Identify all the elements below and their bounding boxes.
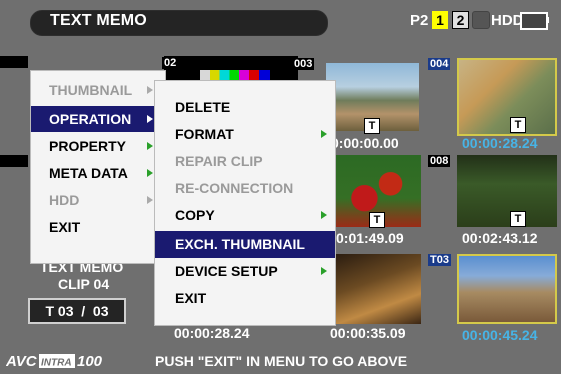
menu-item-thumbnail[interactable]: THUMBNAIL [31, 77, 165, 103]
submenu-item-device-setup[interactable]: DEVICE SETUP [155, 258, 335, 285]
submenu-item-delete[interactable]: DELETE [155, 94, 335, 121]
submenu-arrow-icon [321, 267, 327, 275]
thumbnail-number: 003 [292, 58, 315, 70]
menu-item-exit[interactable]: EXIT [31, 214, 165, 240]
thumbnail-05[interactable] [0, 155, 28, 167]
thumbnail-time: 00:02:43.12 [462, 230, 538, 246]
text-memo-badge: T [510, 211, 526, 227]
thumbnail-008[interactable] [457, 155, 557, 227]
hdd-label: HDD [491, 12, 524, 29]
avc-intra-100-logo: AVC INTRA 100 [6, 353, 103, 370]
thumbnail-time: 00:00:35.09 [330, 325, 406, 341]
operation-submenu: DELETE FORMAT REPAIR CLIP RE-CONNECTION … [154, 80, 336, 326]
screen-title: TEXT MEMO [50, 12, 147, 29]
submenu-arrow-icon [147, 142, 153, 150]
submenu-arrow-icon [321, 130, 327, 138]
storage-icon [472, 11, 490, 29]
text-memo-badge: T [510, 117, 526, 133]
submenu-item-re-connection[interactable]: RE-CONNECTION [155, 175, 335, 202]
thumbnail-time: 00:00:28.24 [462, 135, 538, 151]
thumbnail-time: 0:00:00.00 [331, 135, 399, 151]
menu-item-meta-data[interactable]: META DATA [31, 160, 165, 186]
thumbnail-004[interactable] [457, 58, 557, 136]
submenu-arrow-icon [147, 115, 153, 123]
footer-message: PUSH "EXIT" IN MENU TO GO ABOVE [155, 353, 408, 369]
info-clip: CLIP 04 [58, 276, 110, 292]
p2-label: P2 [410, 12, 429, 29]
thumbnail-time: 00:00:45.24 [462, 327, 538, 343]
slot-1-indicator: 1 [432, 11, 448, 29]
submenu-arrow-icon [321, 211, 327, 219]
menu-item-operation[interactable]: OPERATION [31, 106, 165, 132]
thumbnail-number: 004 [428, 58, 451, 70]
thumbnail-time: 00:00:28.24 [174, 325, 250, 341]
submenu-item-copy[interactable]: COPY [155, 202, 335, 229]
svg-text:AVC: AVC [6, 353, 38, 370]
thumbnail-number: 02 [162, 57, 179, 69]
submenu-arrow-icon [147, 196, 153, 204]
thumbnail-number: T03 [428, 254, 451, 266]
svg-text:100: 100 [77, 353, 103, 370]
thumbnail-time: 0:01:49.09 [336, 230, 404, 246]
slot-2-indicator: 2 [452, 11, 469, 29]
text-memo-badge: T [364, 118, 380, 134]
submenu-item-exch-thumbnail[interactable]: EXCH. THUMBNAIL [155, 231, 335, 258]
battery-tip [546, 17, 549, 23]
submenu-item-exit[interactable]: EXIT [155, 285, 335, 312]
thumbnail-01[interactable] [0, 56, 28, 68]
submenu-arrow-icon [147, 169, 153, 177]
main-menu: THUMBNAIL OPERATION PROPERTY META DATA H… [30, 70, 166, 264]
menu-item-hdd[interactable]: HDD [31, 187, 165, 213]
thumbnail-t03[interactable] [457, 254, 557, 324]
text-memo-badge: T [369, 212, 385, 228]
screen: TEXT MEMO P2 1 2 HDD 02 003 T 0:00:00.00… [0, 0, 561, 374]
svg-text:INTRA: INTRA [41, 358, 72, 369]
menu-item-property[interactable]: PROPERTY [31, 133, 165, 159]
thumbnail-011[interactable] [334, 254, 421, 324]
text-memo-counter: T 03 / 03 [28, 298, 126, 324]
battery-icon [520, 12, 548, 30]
submenu-arrow-icon [147, 86, 153, 94]
thumbnail-number: 008 [428, 155, 451, 167]
submenu-item-repair-clip[interactable]: REPAIR CLIP [155, 148, 335, 175]
submenu-item-format[interactable]: FORMAT [155, 121, 335, 148]
